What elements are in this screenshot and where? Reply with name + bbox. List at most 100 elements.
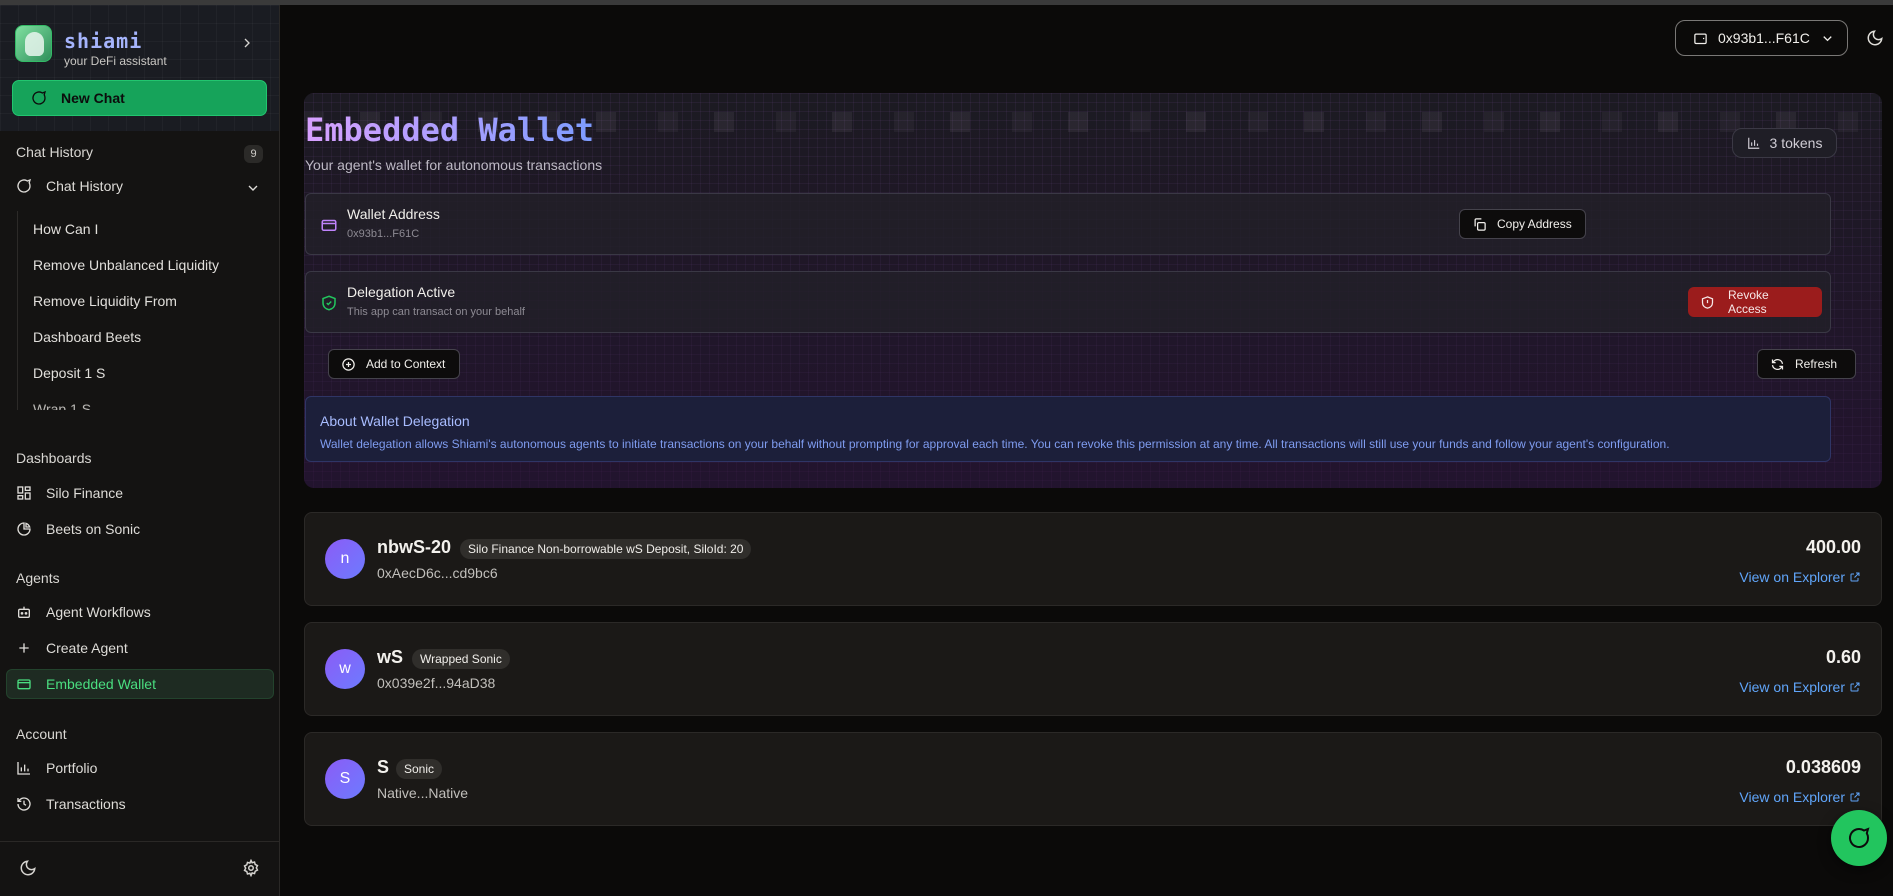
- moon-icon[interactable]: [1866, 29, 1884, 47]
- chat-history-count: 9: [244, 145, 263, 163]
- chat-history-group-label: Chat History: [46, 178, 124, 194]
- sidebar-item-embedded-wallet[interactable]: Embedded Wallet: [6, 669, 274, 699]
- app-name: shiami: [64, 29, 143, 53]
- external-link-icon: [1850, 682, 1860, 692]
- token-symbol: nbwS-20: [377, 537, 452, 557]
- view-on-explorer-link[interactable]: View on Explorer: [1739, 679, 1861, 695]
- about-delegation-box: About Wallet Delegation Wallet delegatio…: [305, 396, 1831, 462]
- token-avatar: n: [325, 539, 365, 579]
- chat-support-button[interactable]: [1831, 810, 1887, 866]
- token-card: w wS Wrapped Sonic 0x039e2f...94aD38 0.6…: [304, 622, 1882, 716]
- sidebar-item-label: Silo Finance: [46, 485, 124, 501]
- message-circle-icon: [17, 178, 32, 193]
- delegation-description: This app can transact on your behalf: [347, 306, 525, 318]
- refresh-icon: [1771, 358, 1784, 370]
- sidebar-item-label: Embedded Wallet: [46, 676, 156, 692]
- token-card: S S Sonic Native...Native 0.038609 View …: [304, 732, 1882, 826]
- plus-icon: [19, 643, 29, 653]
- message-circle-icon: [32, 90, 47, 105]
- sidebar-item-create-agent[interactable]: Create Agent: [16, 634, 266, 662]
- credit-card-icon: [321, 219, 337, 231]
- history-item[interactable]: Dashboard Beets: [18, 319, 267, 355]
- chevron-right-icon[interactable]: [238, 35, 256, 53]
- revoke-access-label: Revoke Access: [1728, 288, 1769, 316]
- plus-circle-icon: [342, 357, 355, 371]
- token-amount: 0.038609: [1785, 757, 1861, 777]
- delegation-label: Delegation Active: [347, 284, 456, 300]
- message-circle-icon: [1849, 827, 1870, 848]
- sidebar-item-beets-on-sonic[interactable]: Beets on Sonic: [16, 515, 266, 543]
- sidebar-item-silo-finance[interactable]: Silo Finance: [16, 479, 266, 507]
- about-delegation-title: About Wallet Delegation: [320, 413, 470, 429]
- add-to-context-label: Add to Context: [366, 357, 446, 371]
- history-item[interactable]: Remove Unbalanced Liquidity: [18, 247, 267, 283]
- sidebar-divider: [0, 841, 280, 842]
- wallet-address: 0x93b1...F61C: [1718, 30, 1810, 46]
- copy-address-label: Copy Address: [1497, 217, 1572, 231]
- chevron-down-icon[interactable]: [245, 180, 261, 196]
- brand-header: shiami your DeFi assistant New Chat: [0, 5, 279, 131]
- token-symbol: wS: [377, 647, 404, 667]
- page-subtitle: Your agent's wallet for autonomous trans…: [305, 157, 603, 173]
- bot-icon: [18, 606, 30, 618]
- chat-history-title: Chat History: [16, 144, 94, 160]
- agents-title: Agents: [16, 570, 60, 586]
- copy-icon: [1474, 217, 1486, 231]
- pie-chart-icon: [17, 522, 31, 536]
- account-title: Account: [16, 726, 67, 742]
- history-item[interactable]: How Can I: [18, 211, 267, 247]
- moon-icon[interactable]: [19, 859, 37, 877]
- gear-icon[interactable]: [242, 859, 260, 877]
- token-address: 0x039e2f...94aD38: [377, 675, 496, 691]
- about-delegation-text: Wallet delegation allows Shiami's autono…: [320, 437, 1670, 451]
- token-avatar: S: [325, 759, 365, 799]
- app-tagline: your DeFi assistant: [64, 54, 167, 68]
- tokens-count: 3 tokens: [1769, 135, 1823, 151]
- view-on-explorer-link[interactable]: View on Explorer: [1739, 789, 1861, 805]
- bar-chart-icon: [1747, 137, 1759, 149]
- new-chat-button[interactable]: New Chat: [12, 80, 267, 116]
- token-symbol: S: [377, 757, 390, 777]
- new-chat-label: New Chat: [61, 90, 125, 106]
- revoke-access-button[interactable]: Revoke Access: [1688, 287, 1822, 317]
- shield-icon: [1701, 295, 1714, 309]
- external-link-icon: [1850, 792, 1860, 802]
- token-card: n nbwS-20 Silo Finance Non-borrowable wS…: [304, 512, 1882, 606]
- sidebar-item-label: Agent Workflows: [46, 604, 151, 620]
- token-name-badge: Sonic: [396, 759, 443, 779]
- chevron-down-icon: [1823, 35, 1832, 41]
- wallet-selector-button[interactable]: 0x93b1...F61C: [1675, 20, 1848, 56]
- view-on-explorer-link[interactable]: View on Explorer: [1739, 569, 1861, 585]
- shield-check-icon: [322, 295, 336, 311]
- token-name-badge: Silo Finance Non-borrowable wS Deposit, …: [460, 539, 752, 559]
- wallet-address-value: 0x93b1...F61C: [347, 228, 420, 240]
- history-icon: [17, 797, 31, 811]
- bar-chart-icon: [17, 762, 30, 775]
- chat-history-list[interactable]: How Can I Remove Unbalanced Liquidity Re…: [17, 211, 267, 410]
- wallet-address-row: Wallet Address 0x93b1...F61C Copy Addres…: [305, 193, 1831, 255]
- history-item[interactable]: Remove Liquidity From: [18, 283, 267, 319]
- token-name-badge: Wrapped Sonic: [412, 649, 510, 669]
- token-avatar: w: [325, 649, 365, 689]
- external-link-icon: [1850, 572, 1860, 582]
- chat-history-group[interactable]: Chat History: [16, 172, 266, 200]
- add-to-context-button[interactable]: Add to Context: [328, 349, 460, 379]
- sidebar-item-label: Portfolio: [46, 760, 98, 776]
- refresh-label: Refresh: [1795, 357, 1838, 371]
- sidebar-item-portfolio[interactable]: Portfolio: [16, 754, 266, 782]
- copy-address-button[interactable]: Copy Address: [1459, 209, 1586, 239]
- token-address: Native...Native: [377, 785, 469, 801]
- token-amount: 0.60: [1825, 647, 1861, 667]
- sidebar-item-label: Transactions: [46, 796, 126, 812]
- sidebar: shiami your DeFi assistant New Chat Chat…: [0, 5, 280, 896]
- sidebar-item-agent-workflows[interactable]: Agent Workflows: [16, 598, 266, 626]
- grid-icon: [17, 486, 31, 500]
- sidebar-item-transactions[interactable]: Transactions: [16, 790, 266, 818]
- app-avatar: [15, 25, 52, 62]
- refresh-button[interactable]: Refresh: [1757, 349, 1856, 379]
- page-title: Embedded Wallet: [305, 111, 594, 149]
- dashboards-title: Dashboards: [16, 450, 92, 466]
- history-item[interactable]: Deposit 1 S: [18, 355, 267, 391]
- history-item[interactable]: Wrap 1 S: [18, 391, 267, 410]
- view-on-explorer-label: View on Explorer: [1739, 789, 1845, 805]
